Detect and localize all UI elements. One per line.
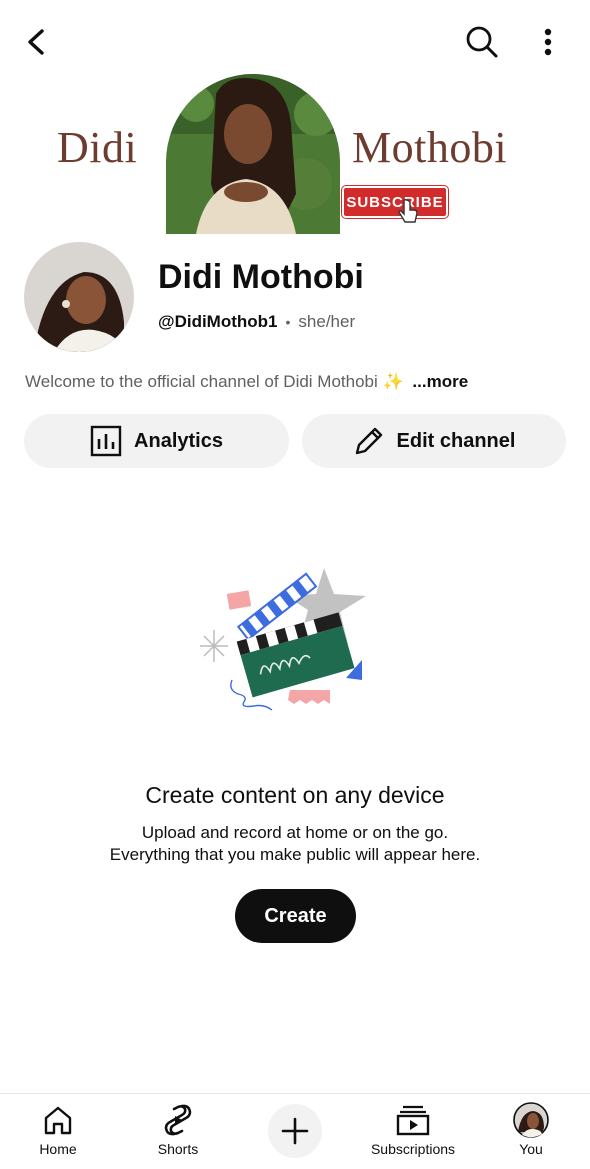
banner-text-left: Didi	[57, 123, 138, 172]
nav-subscriptions-label: Subscriptions	[370, 1141, 456, 1157]
analytics-button[interactable]: Analytics	[24, 414, 289, 468]
empty-state-title: Create content on any device	[145, 782, 445, 808]
nav-you[interactable]: You	[505, 1102, 557, 1157]
description-text: Welcome to the official channel of Didi …	[25, 372, 404, 391]
empty-state-line-2: Everything that you make public will app…	[109, 845, 481, 864]
description-more-link[interactable]: ...more	[412, 372, 468, 391]
empty-state-line-1: Upload and record at home or on the go.	[141, 823, 449, 842]
home-icon	[44, 1106, 72, 1135]
channel-meta: @DidiMothob1 • she/her	[158, 312, 355, 332]
plus-icon	[281, 1117, 309, 1145]
more-options-button[interactable]	[530, 22, 566, 62]
banner-text-right: Mothobi	[352, 123, 508, 172]
nav-home[interactable]: Home	[30, 1102, 86, 1157]
edit-channel-label: Edit channel	[396, 429, 516, 452]
analytics-label: Analytics	[134, 429, 223, 452]
nav-subscriptions[interactable]: Subscriptions	[360, 1102, 466, 1157]
nav-home-label: Home	[39, 1141, 77, 1157]
analytics-icon	[90, 425, 122, 457]
bottom-navigation: Home Shorts Subscriptions You	[0, 1093, 590, 1169]
nav-shorts[interactable]: Shorts	[148, 1102, 208, 1157]
nav-create-button[interactable]	[268, 1104, 322, 1158]
channel-description[interactable]: Welcome to the official channel of Didi …	[25, 372, 468, 392]
avatar	[513, 1102, 549, 1138]
empty-state-description: Upload and record at home or on the go. …	[0, 822, 590, 866]
create-button[interactable]: Create	[235, 889, 356, 943]
channel-avatar[interactable]	[24, 242, 134, 352]
subscribe-badge: SUBSCRIBE	[342, 186, 448, 218]
pencil-icon	[355, 427, 382, 455]
meta-separator: •	[285, 314, 291, 330]
channel-name: Didi Mothobi	[158, 258, 364, 296]
clapperboard-illustration	[200, 568, 366, 711]
back-arrow-icon	[28, 29, 44, 55]
subscriptions-icon	[396, 1105, 430, 1136]
nav-shorts-label: Shorts	[157, 1141, 199, 1157]
shorts-icon	[164, 1104, 192, 1136]
channel-handle: @DidiMothob1	[158, 312, 278, 331]
edit-channel-button[interactable]: Edit channel	[302, 414, 566, 468]
back-button[interactable]	[18, 24, 54, 60]
hand-cursor-icon	[398, 199, 418, 223]
more-vertical-icon	[544, 28, 552, 56]
channel-pronouns: she/her	[298, 312, 356, 331]
search-button[interactable]	[462, 22, 502, 62]
nav-you-label: You	[519, 1141, 543, 1157]
search-icon	[466, 26, 498, 58]
